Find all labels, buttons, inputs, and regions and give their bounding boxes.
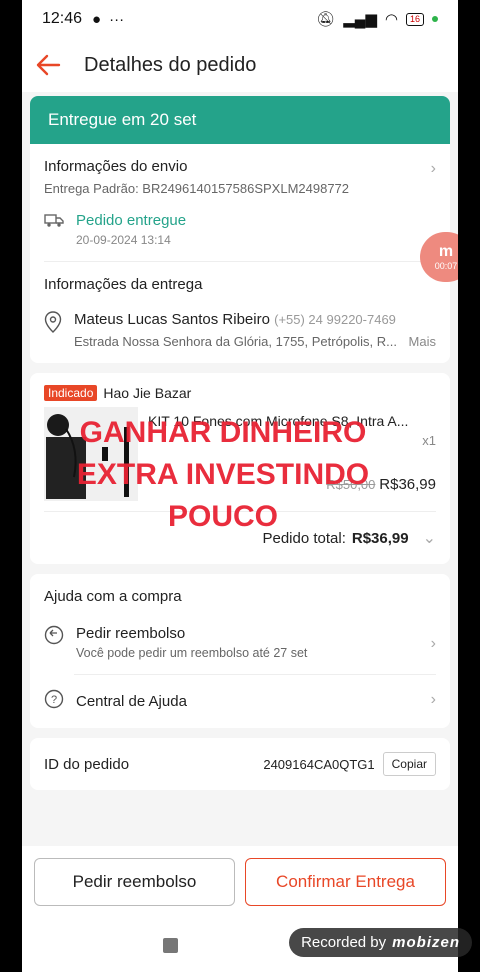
location-pin-icon — [44, 311, 62, 338]
shipping-title: Informações do envio — [44, 158, 188, 175]
mute-icon: 🔕︎ — [316, 11, 336, 28]
content: Entregue em 20 set Informações do envio … — [30, 96, 450, 800]
help-card: Ajuda com a compra Pedir reembolso Você … — [30, 574, 450, 728]
recipient-address: Estrada Nossa Senhora da Glória, 1755, P… — [74, 334, 398, 349]
request-refund-button[interactable]: Pedir reembolso — [34, 858, 235, 906]
recording-dot-icon — [432, 16, 438, 22]
shipping-info[interactable]: Informações do envio Entrega Padrão: BR2… — [30, 144, 450, 261]
shop-name[interactable]: Hao Jie Bazar — [103, 385, 191, 401]
confirm-delivery-button[interactable]: Confirmar Entrega — [245, 858, 446, 906]
screen: 12:46 ● ··· 🔕︎ ▂▄▆ ◠ 16 Detalhes do pedi… — [22, 0, 458, 972]
svg-text:?: ? — [51, 694, 57, 706]
screen-recorder-badge: Recorded by mobizen — [289, 928, 472, 957]
chevron-down-icon: ⌄ — [422, 530, 436, 547]
copy-button[interactable]: Copiar — [382, 752, 436, 776]
recipient-phone: (+55) 24 99220-7469 — [274, 312, 396, 327]
product-row[interactable]: KIT 10 Fones com Microfone S8, Intra A..… — [30, 401, 450, 511]
recorder-logo-icon: m — [438, 243, 454, 260]
order-total-value: R$36,99 — [351, 529, 409, 547]
product-image — [44, 407, 138, 501]
more-link[interactable]: Mais — [409, 334, 436, 349]
signal-icon: ▂▄▆ — [343, 11, 377, 28]
refund-deadline: Você pode pedir um reembolso até 27 set — [76, 646, 308, 660]
tracking-number: Entrega Padrão: BR2496140157586SPXLM2498… — [44, 181, 350, 196]
chevron-right-icon: › — [430, 691, 436, 708]
old-price: R$50,00 — [326, 477, 376, 492]
order-id-value: 2409164CA0QTG1 — [263, 756, 375, 772]
home-square-icon[interactable] — [162, 937, 178, 953]
order-total[interactable]: Pedido total: R$36,99 ⌄ — [30, 512, 450, 564]
delivery-info: Informações da entrega Mateus Lucas Sant… — [30, 262, 450, 363]
wifi-icon: ◠ — [384, 11, 398, 28]
more-dots-icon: ··· — [109, 10, 125, 28]
page-title: Detalhes do pedido — [84, 53, 257, 76]
current-price: R$36,99 — [379, 476, 436, 493]
refund-option[interactable]: Pedir reembolso Você pode pedir um reemb… — [30, 611, 450, 674]
back-arrow-icon[interactable] — [34, 51, 62, 79]
recorder-brand: mobizen — [392, 934, 460, 951]
status-time: 12:46 — [42, 10, 83, 27]
recipient-name: Mateus Lucas Santos Ribeiro — [74, 311, 270, 328]
bubble-timer: 00:07 — [434, 261, 458, 271]
app-header: Detalhes do pedido — [22, 38, 458, 92]
product-card: Indicado Hao Jie Bazar KIT 10 Fones com … — [30, 373, 450, 564]
delivery-datetime: 20-09-2024 13:14 — [76, 233, 171, 247]
help-center-label: Central de Ajuda — [76, 693, 187, 710]
recommended-badge: Indicado — [44, 385, 98, 401]
shipping-card: Entregue em 20 set Informações do envio … — [30, 96, 450, 363]
order-id-label: ID do pedido — [44, 755, 130, 773]
product-quantity: x1 — [422, 433, 436, 448]
status-bar: 12:46 ● ··· 🔕︎ ▂▄▆ ◠ 16 — [22, 0, 458, 38]
chevron-right-icon: › — [430, 160, 436, 177]
delivery-status: Pedido entregue — [76, 212, 187, 229]
battery-icon: 16 — [405, 12, 424, 26]
bottom-actions: Pedir reembolso Confirmar Entrega — [22, 846, 458, 918]
chevron-right-icon: › — [430, 635, 436, 652]
help-title: Ajuda com a compra — [44, 588, 182, 605]
delivered-banner: Entregue em 20 set — [30, 96, 450, 144]
help-question-icon: ? — [44, 689, 64, 714]
refund-label: Pedir reembolso — [76, 625, 186, 642]
delivery-title: Informações da entrega — [44, 276, 203, 293]
refund-icon — [44, 625, 64, 650]
help-center-option[interactable]: ? Central de Ajuda › — [30, 675, 450, 728]
notification-icon: ● — [92, 10, 102, 28]
truck-icon — [44, 212, 64, 233]
product-title: KIT 10 Fones com Microfone S8, Intra A..… — [148, 413, 409, 429]
order-id-card: ID do pedido 2409164CA0QTG1 Copiar — [30, 738, 450, 790]
